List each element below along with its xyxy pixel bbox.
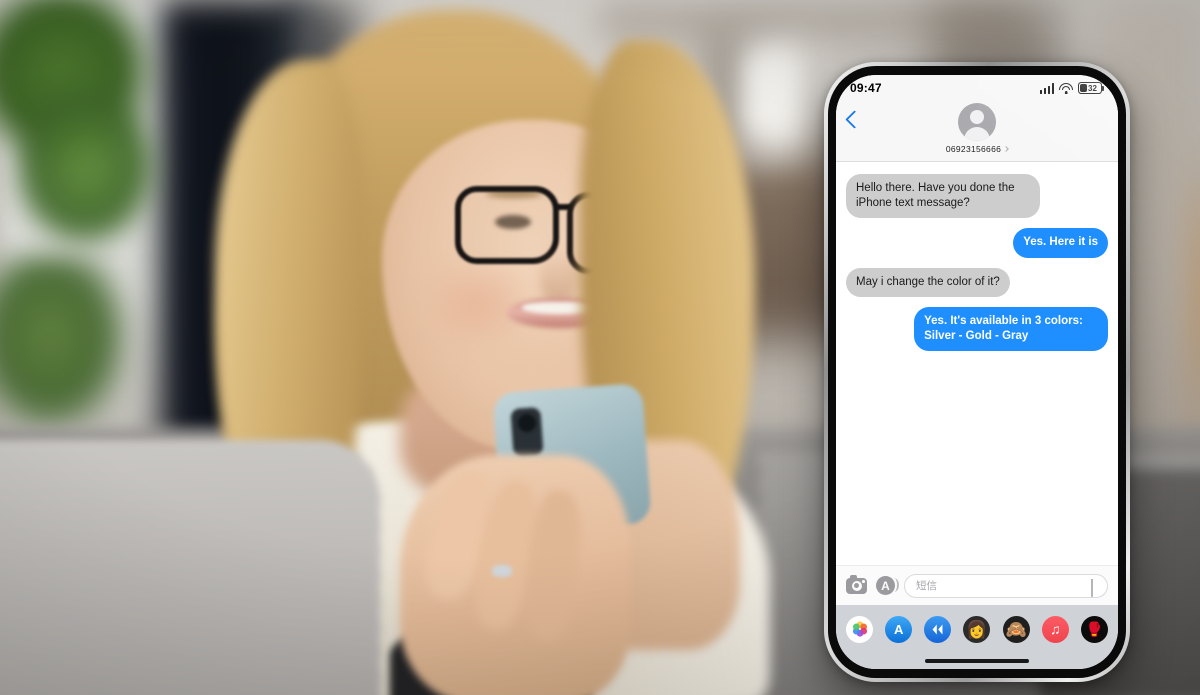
message-row: Yes. It's available in 3 colors: Silver … bbox=[846, 306, 1108, 352]
house-plant bbox=[10, 80, 160, 250]
microphone-icon[interactable] bbox=[1091, 579, 1099, 597]
outgoing-message-bubble[interactable]: Yes. It's available in 3 colors: Silver … bbox=[914, 306, 1108, 352]
incoming-message-bubble[interactable]: May i change the color of it? bbox=[846, 267, 1010, 297]
back-chevron-icon[interactable] bbox=[845, 110, 864, 129]
iphone-mockup: 09:47 32 06923156666 Hello there. Have y… bbox=[824, 62, 1130, 682]
imessage-app-drawer[interactable]: A 👩 🙈 ♫ 🥊 bbox=[836, 605, 1118, 653]
incoming-message-bubble[interactable]: Hello there. Have you done the iPhone te… bbox=[846, 174, 1040, 219]
nose bbox=[540, 250, 576, 302]
phone-screen: 09:47 32 06923156666 Hello there. Have y… bbox=[836, 75, 1118, 669]
status-indicators: 32 bbox=[1039, 82, 1105, 94]
message-input-field[interactable]: 短信 bbox=[904, 573, 1108, 598]
app-store-icon[interactable]: A bbox=[876, 576, 899, 595]
white-vase bbox=[748, 55, 798, 130]
status-time: 09:47 bbox=[850, 81, 882, 95]
fitness-app-icon[interactable]: 🥊 bbox=[1080, 615, 1108, 643]
outgoing-message-bubble[interactable]: Yes. Here it is bbox=[1013, 228, 1108, 258]
battery-level: 32 bbox=[1088, 83, 1097, 93]
music-app-icon[interactable]: ♫ bbox=[1041, 615, 1069, 643]
smartphone-camera-lens bbox=[518, 414, 536, 432]
contact-name: 06923156666 bbox=[945, 144, 1002, 154]
gray-blanket bbox=[0, 440, 380, 695]
cellular-signal-icon bbox=[1039, 82, 1054, 94]
contact-row[interactable]: 06923156666 bbox=[945, 144, 1009, 154]
conversation-header: 06923156666 bbox=[836, 101, 1118, 162]
home-indicator-bar[interactable] bbox=[925, 659, 1029, 663]
camera-icon[interactable] bbox=[846, 574, 867, 594]
digital-touch-app-icon[interactable] bbox=[924, 615, 952, 643]
cheek bbox=[430, 270, 520, 340]
ring bbox=[492, 565, 512, 577]
eyeglass-lens bbox=[455, 186, 559, 264]
wifi-icon bbox=[1059, 82, 1073, 94]
phone-bezel: 09:47 32 06923156666 Hello there. Have y… bbox=[828, 66, 1126, 678]
contact-avatar-icon[interactable] bbox=[958, 103, 996, 141]
message-list[interactable]: Hello there. Have you done the iPhone te… bbox=[836, 162, 1118, 565]
photos-app-icon[interactable] bbox=[846, 615, 873, 643]
message-row: Yes. Here it is bbox=[846, 228, 1108, 258]
battery-icon: 32 bbox=[1078, 82, 1105, 94]
memoji-app-icon[interactable]: 👩 bbox=[963, 615, 991, 643]
message-row: May i change the color of it? bbox=[846, 267, 1108, 297]
smartphone-flash bbox=[551, 394, 560, 403]
home-indicator-area bbox=[836, 653, 1118, 669]
animoji-app-icon[interactable]: 🙈 bbox=[1002, 615, 1030, 643]
message-input-bar: A 短信 bbox=[836, 565, 1118, 605]
message-input-placeholder: 短信 bbox=[916, 580, 937, 592]
status-bar: 09:47 32 bbox=[836, 75, 1118, 101]
app-store-app-icon[interactable]: A bbox=[885, 615, 913, 643]
chevron-right-icon[interactable] bbox=[1003, 146, 1009, 152]
house-plant bbox=[0, 255, 130, 435]
message-row: Hello there. Have you done the iPhone te… bbox=[846, 174, 1108, 219]
